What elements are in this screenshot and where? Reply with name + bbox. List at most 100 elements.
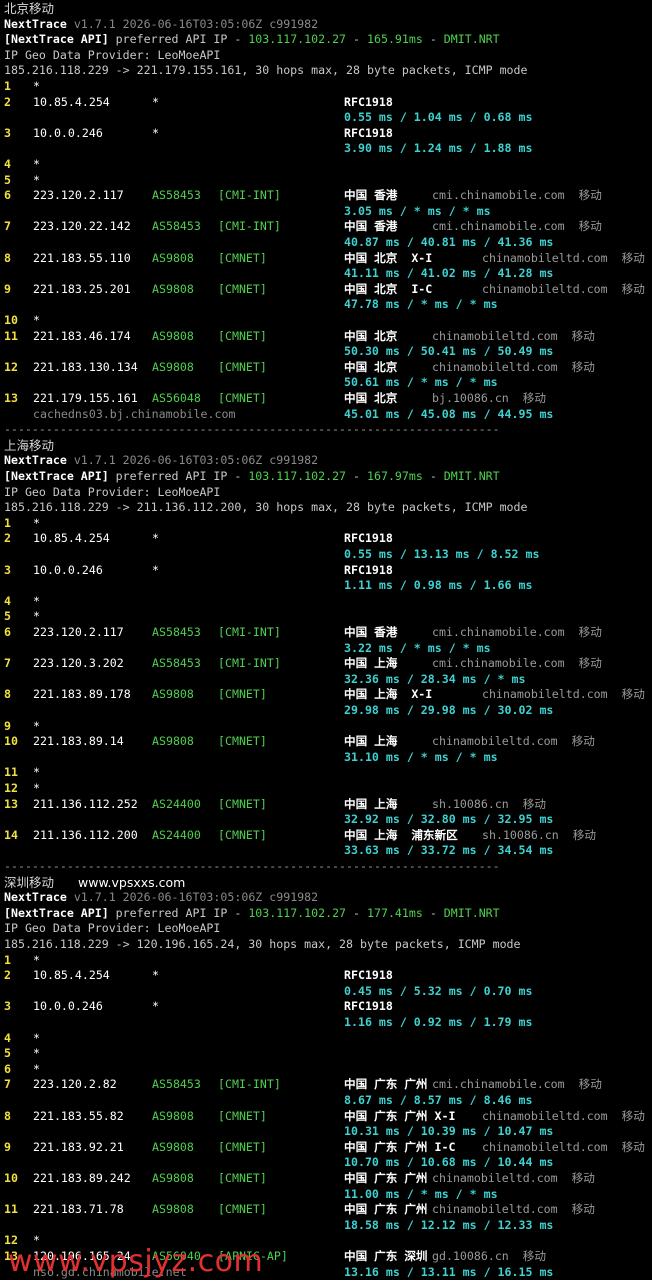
hop-number: 14 <box>4 827 18 842</box>
hop-row: 2 10.85.4.254 * RFC1918 <box>0 968 652 984</box>
hop-rtt: 10.31 ms / 10.39 ms / 10.47 ms <box>344 1124 554 1139</box>
api-info: [NextTrace API] preferred API IP - 103.1… <box>4 906 500 922</box>
hop-ip: 223.120.2.117 <box>33 625 124 639</box>
hop-number: 3 <box>4 999 11 1014</box>
hop-asn: AS58453 <box>152 219 201 234</box>
hop-rtt: 31.10 ms / * ms / * ms <box>344 749 498 764</box>
hop-timeout: * <box>33 609 40 624</box>
hop-number: 2 <box>4 531 11 546</box>
hop-timeout: * <box>33 1030 40 1045</box>
nexttrace-banner: NextTrace v1.7.1 2026-06-16T03:05:06Z c9… <box>4 453 318 469</box>
hop-geo: RFC1918 <box>344 125 393 140</box>
route-info: 185.216.118.229 -> 120.196.165.24, 30 ho… <box>4 937 521 951</box>
hop-timeout: * <box>33 781 40 795</box>
hop-domain: chinamobileltd.com 移动 <box>432 1171 595 1185</box>
hop-hostname: cachedns03.bj.chinamobile.com <box>33 406 236 421</box>
hop-row: 2 10.85.4.254 * RFC1918 <box>0 531 652 547</box>
hop-geo: RFC1918 <box>344 94 393 109</box>
nexttrace-banner: NextTrace v1.7.1 2026-06-16T03:05:06Z c9… <box>4 17 318 33</box>
hop-row: 4 * <box>0 157 652 173</box>
hop-asn: AS9808 <box>152 250 194 265</box>
api-ip: 103.117.102.27 <box>248 469 347 483</box>
hop-domain: cmi.chinamobile.com 移动 <box>432 656 602 671</box>
hop-row: 6 223.120.2.117 AS58453 [CMI-INT] 中国 香港 cmi.c… <box>0 625 652 641</box>
hop-tag: [CMI-INT] <box>218 1077 281 1092</box>
hop-ip: 223.120.22.142 <box>33 219 131 234</box>
hop-asn: AS24400 <box>152 827 201 842</box>
hop-number: 13 <box>4 391 18 405</box>
hop-number: 4 <box>4 1030 11 1045</box>
hop-number: 1 <box>4 79 11 93</box>
hop-domain: cmi.chinamobile.com 移动 <box>432 219 602 234</box>
hop-number: 11 <box>4 328 18 343</box>
api-node: DMIT.NRT <box>443 32 500 47</box>
route-info: 185.216.118.229 -> 221.179.155.161, 30 h… <box>4 63 528 78</box>
hop-row: 10 221.183.89.242 AS9808 [CMNET] 中国 广东 广州 chi… <box>0 1171 652 1187</box>
hop-row: 10 * <box>0 313 652 329</box>
hop-row: 8 221.183.55.82 AS9808 [CMNET] 中国 广东 广州 X-I c… <box>0 1109 652 1125</box>
hop-row: 6 * <box>0 1062 652 1078</box>
api-latency: 177.41ms <box>367 905 423 920</box>
hop-geo: 中国 上海 浦东新区 <box>344 827 458 842</box>
geo-provider-line: IP Geo Data Provider: LeoMoeAPI <box>0 485 652 501</box>
hop-number: 10 <box>4 734 18 749</box>
hop-rtt: 0.55 ms / 1.04 ms / 0.68 ms <box>344 110 533 125</box>
hop-timeout: * <box>33 157 40 171</box>
hop-row: 4 * <box>0 1031 652 1047</box>
hop-number: 8 <box>4 687 11 702</box>
hop-rtt-row: 50.61 ms / * ms / * ms <box>0 375 652 391</box>
geo-provider: IP Geo Data Provider: LeoMoeAPI <box>4 47 221 62</box>
hop-domain: chinamobileltd.com 移动 <box>482 1139 645 1154</box>
hop-rtt-row: 47.78 ms / * ms / * ms <box>0 297 652 313</box>
hop-timeout: * <box>33 79 40 93</box>
api-line: [NextTrace API] preferred API IP - 103.1… <box>0 32 652 48</box>
hop-isp: 移动 <box>578 656 602 671</box>
hop-tag: [CMNET] <box>218 1139 267 1154</box>
hop-geo: RFC1918 <box>344 531 393 546</box>
section-title: 北京移动 <box>4 1 55 16</box>
hop-rtt-row: 40.87 ms / 40.81 ms / 41.36 ms <box>0 235 652 251</box>
hop-ip: 211.136.112.200 <box>33 827 138 842</box>
hop-rtt-row: 50.30 ms / 50.41 ms / 50.49 ms <box>0 344 652 360</box>
hop-row: 11 221.183.71.78 AS9808 [CMNET] 中国 广东 广州 chin… <box>0 1202 652 1218</box>
hop-row: 1 * <box>0 953 652 969</box>
hop-ip: 221.183.25.201 <box>33 281 131 296</box>
api-ip: 103.117.102.27 <box>248 32 347 47</box>
hop-rtt: 47.78 ms / * ms / * ms <box>344 297 498 312</box>
api-ip: 103.117.102.27 <box>248 905 347 920</box>
hop-rtt: 13.16 ms / 13.11 ms / 16.15 ms <box>344 1264 554 1279</box>
hop-rtt-row: 0.55 ms / 1.04 ms / 0.68 ms <box>0 110 652 126</box>
hop-row: 12 * <box>0 781 652 797</box>
hop-ip: 221.183.89.178 <box>33 687 131 702</box>
hop-isp: 移动 <box>522 1249 546 1263</box>
hop-number: 9 <box>4 1139 11 1154</box>
route-line: 185.216.118.229 -> 120.196.165.24, 30 ho… <box>0 937 652 953</box>
section-title-line: 上海移动 <box>0 438 652 454</box>
hop-rtt: 33.63 ms / 33.72 ms / 34.54 ms <box>344 843 554 858</box>
hop-geo: 中国 广东 广州 I-C <box>344 1139 456 1154</box>
hop-rtt-row: 10.70 ms / 10.68 ms / 10.44 ms <box>0 1155 652 1171</box>
hop-rtt: 0.45 ms / 5.32 ms / 0.70 ms <box>344 983 533 998</box>
hop-row: 9 221.183.92.21 AS9808 [CMNET] 中国 广东 广州 I-C c… <box>0 1140 652 1156</box>
hop-ip: 10.0.0.246 <box>33 562 103 577</box>
hop-row: 11 221.183.46.174 AS9808 [CMNET] 中国 北京 chinam… <box>0 329 652 345</box>
hop-geo: 中国 香港 <box>344 188 398 203</box>
hop-domain: chinamobileltd.com 移动 <box>432 1202 595 1217</box>
hop-domain: sh.10086.cn 移动 <box>482 827 596 842</box>
hop-asn: AS56048 <box>152 391 201 405</box>
hop-ip: 221.183.92.21 <box>33 1139 124 1154</box>
hop-number: 2 <box>4 94 11 109</box>
hop-tag: [CMI-INT] <box>218 656 281 671</box>
nexttrace-name: NextTrace <box>4 16 67 31</box>
hop-number: 11 <box>4 1202 18 1217</box>
hop-rtt: 8.67 ms / 8.57 ms / 8.46 ms <box>344 1093 533 1107</box>
hop-tag: [CMNET] <box>218 827 267 842</box>
hop-geo: 中国 上海 <box>344 734 398 749</box>
api-sep2: - <box>422 905 444 920</box>
terminal-window[interactable]: 北京移动 NextTrace v1.7.1 2026-06-16T03:05:06… <box>0 0 652 1280</box>
hop-asn: AS9808 <box>152 1139 194 1154</box>
hop-row: 1 * <box>0 516 652 532</box>
hop-row: 3 10.0.0.246 * RFC1918 <box>0 126 652 142</box>
hop-rtt-row: 33.63 ms / 33.72 ms / 34.54 ms <box>0 843 652 859</box>
hop-asn: * <box>152 125 159 140</box>
